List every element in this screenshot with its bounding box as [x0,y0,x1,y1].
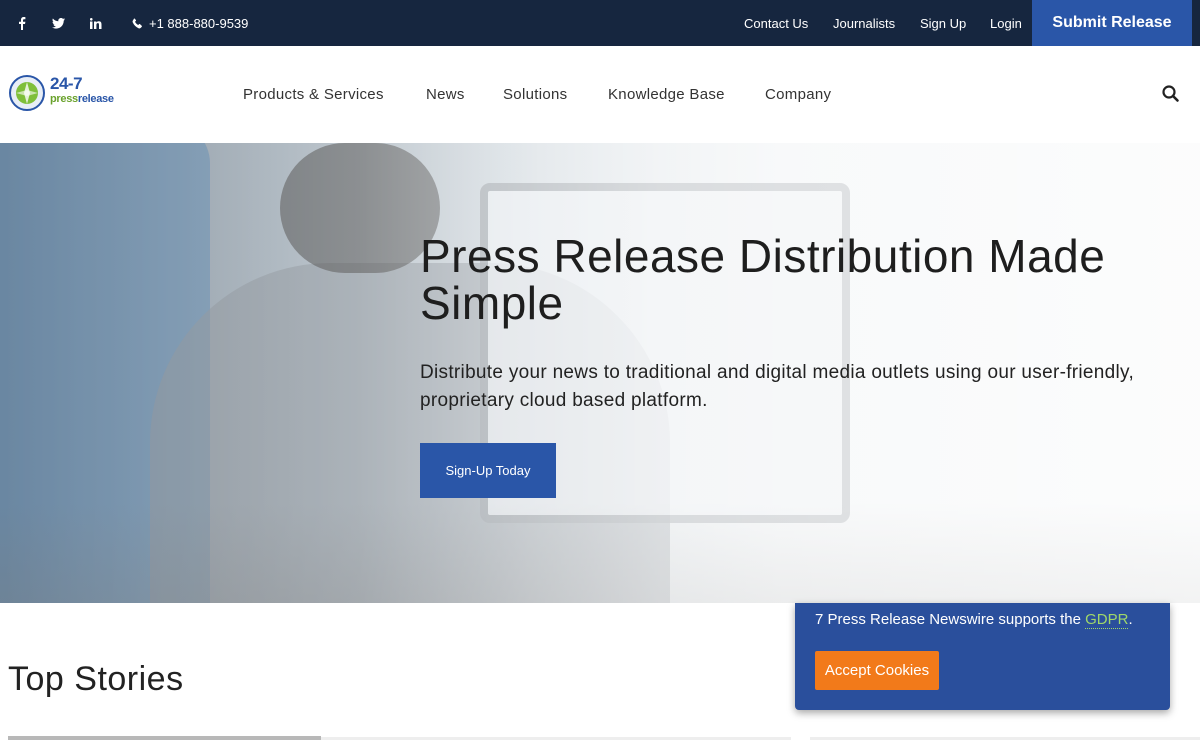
nav-news[interactable]: News [426,46,465,143]
hero-banner: Press Release Distribution Made Simple D… [0,143,1200,603]
stories-tab-indicator [8,736,321,740]
accept-cookies-button[interactable]: Accept Cookies [815,651,939,690]
site-logo[interactable]: 24-7 pressrelease [8,74,128,114]
phone-label: +1 888-880-9539 [149,15,249,31]
gdpr-link[interactable]: GDPR [1085,611,1129,629]
nav-knowledge-base[interactable]: Knowledge Base [608,46,725,143]
sign-up-today-button[interactable]: Sign-Up Today [420,443,556,498]
facebook-icon[interactable] [12,0,32,46]
toplink-sign-up[interactable]: Sign Up [920,0,966,46]
nav-company[interactable]: Company [765,46,831,143]
search-icon[interactable] [1161,84,1181,104]
site-header: 24-7 pressrelease Products & Services Ne… [0,46,1200,143]
logo-wordmark: pressrelease [50,93,114,105]
phone-icon [132,17,142,28]
logo-number: 24-7 [50,74,83,93]
hero-title: Press Release Distribution Made Simple [420,230,1106,329]
toplink-contact-us[interactable]: Contact Us [744,0,808,46]
cookie-message: 7 Press Release Newswire supports the GD… [815,611,1133,629]
hero-subtitle: Distribute your news to traditional and … [420,362,1135,411]
phone-number[interactable]: +1 888-880-9539 [132,0,248,46]
submit-release-button[interactable]: Submit Release [1032,0,1192,46]
linkedin-icon[interactable] [86,0,106,46]
nav-products-services[interactable]: Products & Services [243,46,384,143]
top-stories-heading: Top Stories [8,660,184,698]
toplink-login[interactable]: Login [990,0,1022,46]
nav-solutions[interactable]: Solutions [503,46,567,143]
top-bar: +1 888-880-9539 Contact Us Journalists S… [0,0,1200,46]
cookie-banner: 7 Press Release Newswire supports the GD… [795,603,1170,710]
logo-globe-icon [9,75,45,111]
toplink-journalists[interactable]: Journalists [833,0,895,46]
twitter-icon[interactable] [48,0,68,46]
